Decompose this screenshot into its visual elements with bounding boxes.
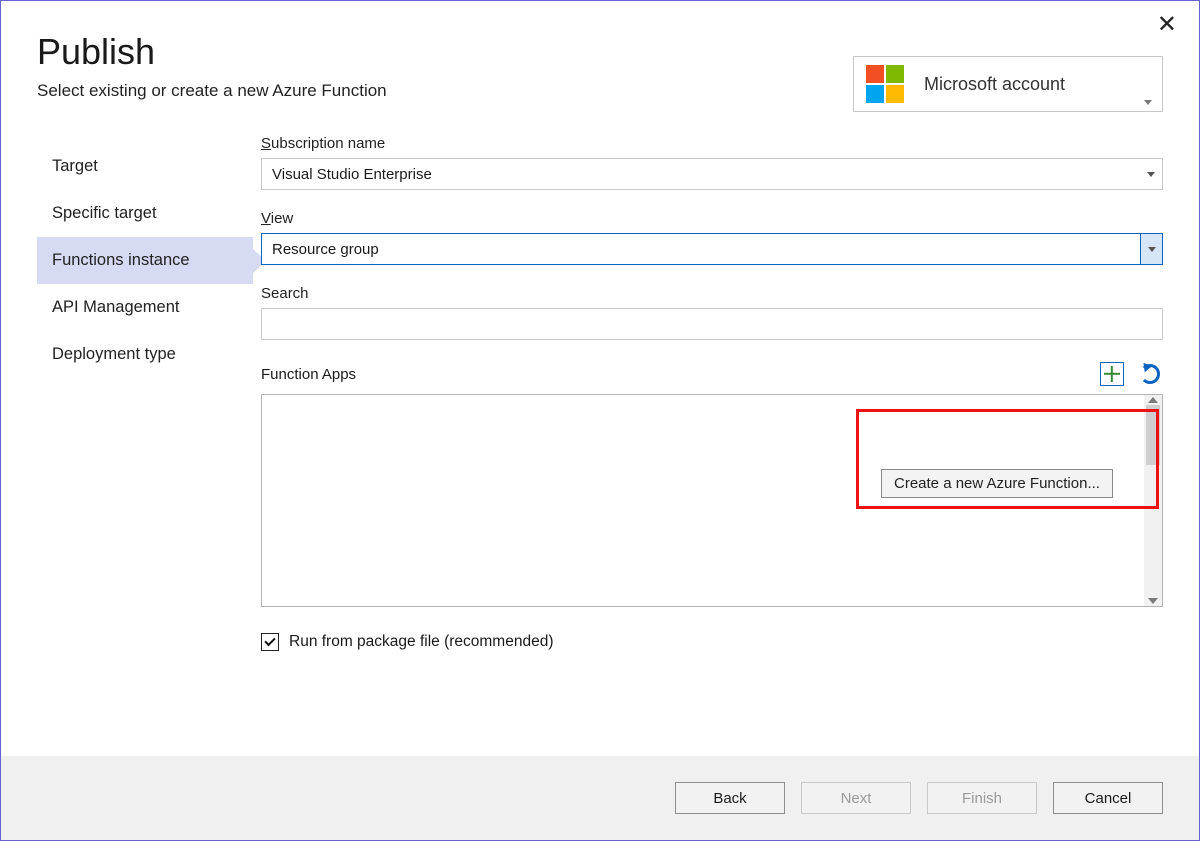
chevron-down-icon xyxy=(1147,172,1155,177)
step-specific-target[interactable]: Specific target xyxy=(37,190,253,237)
back-button[interactable]: Back xyxy=(675,782,785,814)
account-label: Microsoft account xyxy=(924,74,1065,95)
publish-dialog: ✕ Microsoft account Publish Select exist… xyxy=(0,0,1200,841)
cancel-button[interactable]: Cancel xyxy=(1053,782,1163,814)
chevron-down-icon xyxy=(1148,247,1156,252)
run-from-package-checkbox[interactable] xyxy=(261,633,279,651)
function-apps-label: Function Apps xyxy=(261,366,356,383)
run-from-package-label: Run from package file (recommended) xyxy=(289,633,553,651)
scroll-down-icon[interactable] xyxy=(1148,598,1158,604)
run-from-package-row[interactable]: Run from package file (recommended) xyxy=(261,633,1163,651)
refresh-button[interactable] xyxy=(1137,361,1163,387)
subscription-label: Subscription name xyxy=(261,135,1163,152)
microsoft-logo-icon xyxy=(866,65,904,103)
step-api-management[interactable]: API Management xyxy=(37,284,253,331)
search-label: Search xyxy=(261,285,1163,302)
scrollbar[interactable] xyxy=(1144,395,1162,606)
scroll-up-icon[interactable] xyxy=(1148,397,1158,403)
create-new-function-button[interactable] xyxy=(1099,361,1125,387)
account-dropdown[interactable]: Microsoft account xyxy=(853,56,1163,112)
check-icon xyxy=(264,635,275,646)
function-apps-list[interactable] xyxy=(261,394,1163,607)
view-dropdown[interactable]: Resource group xyxy=(261,233,1163,265)
view-value: Resource group xyxy=(272,241,379,258)
subscription-value: Visual Studio Enterprise xyxy=(272,166,432,183)
close-icon[interactable]: ✕ xyxy=(1157,13,1177,37)
step-deployment-type[interactable]: Deployment type xyxy=(37,331,253,378)
dialog-footer: Back Next Finish Cancel xyxy=(1,756,1199,840)
plus-icon xyxy=(1100,362,1124,386)
subscription-dropdown[interactable]: Visual Studio Enterprise xyxy=(261,158,1163,190)
next-button: Next xyxy=(801,782,911,814)
refresh-icon xyxy=(1140,364,1160,384)
view-label: View xyxy=(261,210,1163,227)
search-input[interactable] xyxy=(261,308,1163,340)
step-functions-instance[interactable]: Functions instance xyxy=(37,237,253,284)
wizard-steps: Target Specific target Functions instanc… xyxy=(1,131,253,756)
chevron-down-icon xyxy=(1144,100,1152,105)
scroll-thumb[interactable] xyxy=(1146,405,1160,465)
create-function-tooltip: Create a new Azure Function... xyxy=(881,469,1113,498)
step-target[interactable]: Target xyxy=(37,143,253,190)
finish-button: Finish xyxy=(927,782,1037,814)
